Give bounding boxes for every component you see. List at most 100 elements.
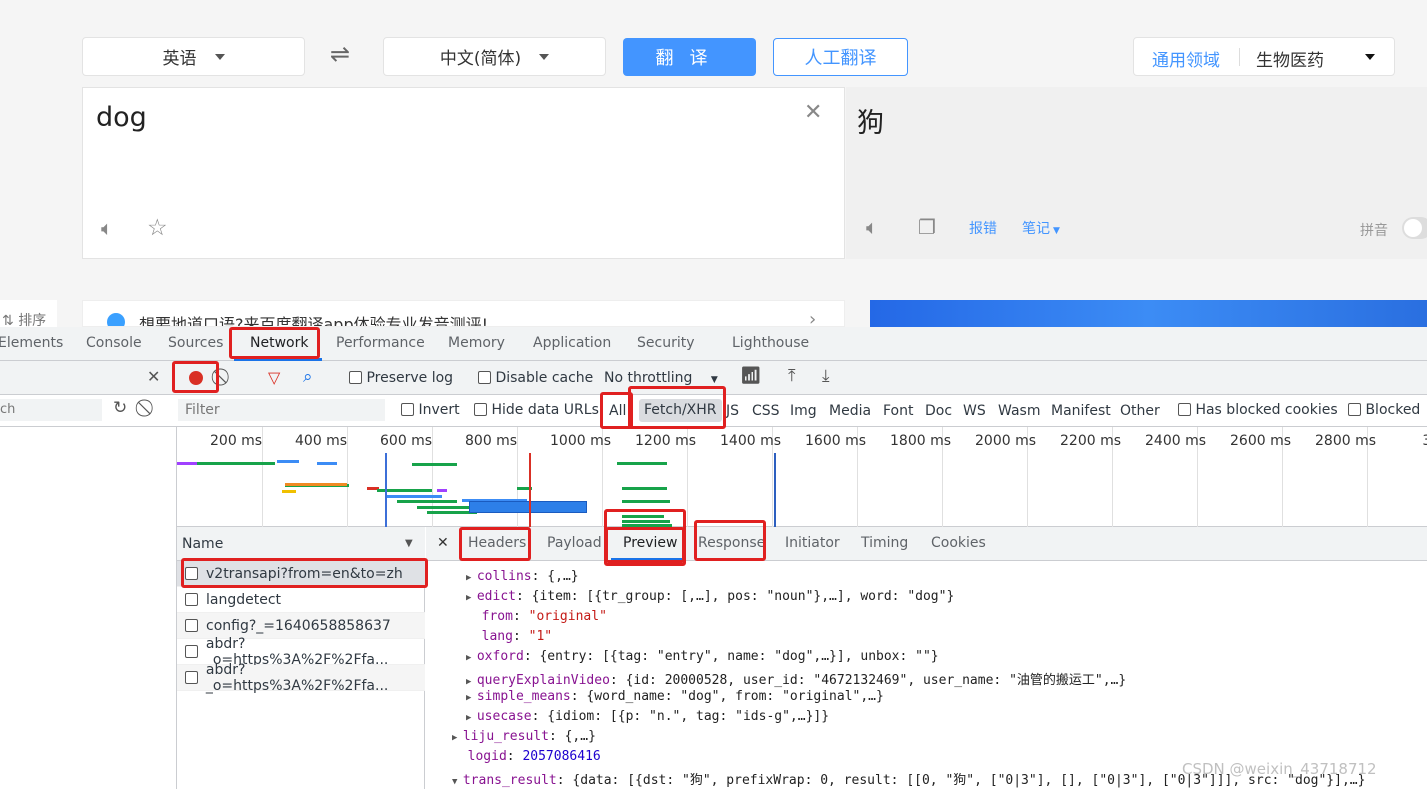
filter-wasm[interactable]: Wasm [998, 403, 1040, 419]
filter-manifest[interactable]: Manifest [1051, 403, 1111, 419]
export-har-icon[interactable]: ⤓ [822, 366, 830, 386]
expand-right-icon[interactable]: ▶ [466, 653, 477, 663]
tab-lighthouse[interactable]: Lighthouse [732, 335, 809, 351]
filter-doc[interactable]: Doc [925, 403, 952, 419]
json-value: {item: [{tr_group: [,…], pos: "noun"},…]… [531, 589, 955, 604]
star-icon[interactable]: ☆ [147, 215, 168, 241]
speaker-icon[interactable]: 🔈︎ [101, 216, 113, 240]
tab-application[interactable]: Application [533, 335, 611, 351]
timeline-tick-label: 2800 ms [1315, 433, 1377, 449]
close-icon[interactable]: ✕ [147, 367, 160, 386]
json-value: {,…} [564, 729, 596, 744]
timeline-request-bar [397, 500, 457, 503]
invert-checkbox[interactable]: Invert [401, 402, 460, 418]
tab-performance[interactable]: Performance [336, 335, 425, 351]
preview-line[interactable]: ▶ oxford: {entry: [{tag: "entry", name: … [466, 649, 939, 664]
expand-right-icon[interactable]: ▶ [466, 573, 477, 583]
filter-icon[interactable]: ▽ [268, 368, 280, 387]
preview-line[interactable]: lang: "1" [466, 629, 552, 644]
tab-security[interactable]: Security [637, 335, 695, 351]
tab-console[interactable]: Console [86, 335, 142, 351]
filter-js[interactable]: JS [726, 403, 739, 419]
preview-line[interactable]: ▶ liju_result: {,…} [452, 729, 596, 744]
sort-side-label: ⇅ 排序 [0, 300, 57, 329]
preview-line[interactable]: logid: 2057086416 [452, 749, 601, 764]
expand-down-icon[interactable]: ▼ [452, 777, 463, 787]
refresh-icon[interactable]: ↻ [113, 398, 127, 418]
network-conditions-icon[interactable]: 📶︎ [740, 366, 762, 386]
has-blocked-cookies-label: Has blocked cookies [1195, 402, 1338, 418]
notes-link-label: 笔记 [1022, 221, 1050, 237]
request-row[interactable]: langdetect [177, 587, 425, 613]
tab-payload[interactable]: Payload [547, 535, 602, 551]
source-text-input[interactable]: dog [96, 102, 147, 133]
timeline-request-bar [282, 490, 296, 493]
promo-banner[interactable]: 想要地道口语?来百度翻译app体验专业发音测评! › [82, 300, 845, 327]
ad-banner[interactable] [870, 300, 1427, 327]
request-type-icon [185, 619, 198, 632]
preview-line[interactable]: ▶ collins: {,…} [466, 569, 579, 584]
preview-line[interactable]: from: "original" [466, 609, 607, 624]
filter-css[interactable]: CSS [752, 403, 780, 419]
speaker-icon[interactable]: 🔈︎ [866, 215, 878, 239]
request-row[interactable]: abdr?_o=https%3A%2F%2Ffa... [177, 662, 425, 694]
chevron-down-icon: ▼ [710, 375, 718, 385]
filter-media[interactable]: Media [829, 403, 871, 419]
human-translate-button[interactable]: 人工翻译 [773, 38, 908, 76]
clear-icon[interactable]: ✕ [804, 100, 822, 125]
tab-memory[interactable]: Memory [448, 335, 505, 351]
preserve-log-checkbox[interactable]: Preserve log [349, 370, 453, 386]
json-preview[interactable]: ▶ collins: {,…} ▶ edict: {item: [{tr_grou… [426, 561, 1427, 789]
preview-line[interactable]: ▶ simple_means: {word_name: "dog", from:… [466, 689, 884, 704]
import-har-icon[interactable]: ⤒ [788, 366, 796, 386]
target-language-select[interactable]: 中文(简体) [383, 37, 606, 76]
filter-other[interactable]: Other [1120, 403, 1160, 419]
expand-right-icon[interactable]: ▶ [466, 713, 477, 723]
tab-sources[interactable]: Sources [168, 335, 223, 351]
pinyin-toggle[interactable] [1402, 217, 1427, 239]
source-language-select[interactable]: 英语 [82, 37, 305, 76]
network-timeline[interactable]: 200 ms 400 ms 600 ms 800 ms 1000 ms 1200 ms 14… [177, 427, 1427, 527]
invert-label: Invert [418, 402, 460, 418]
tab-cookies[interactable]: Cookies [931, 535, 986, 551]
filter-img[interactable]: Img [790, 403, 817, 419]
close-detail-icon[interactable]: ✕ [437, 535, 449, 551]
filter-ws[interactable]: WS [963, 403, 986, 419]
json-value: 2057086416 [522, 749, 601, 764]
throttling-select[interactable]: No throttling ▼ [604, 370, 718, 386]
swap-languages-icon[interactable]: ⇌ [330, 40, 358, 70]
preview-line[interactable]: ▶ queryExplainVideo: {id: 20000528, user… [466, 669, 1126, 688]
chevron-down-icon [539, 53, 550, 60]
domain-general-label: 通用领域 [1152, 51, 1220, 71]
filter-font[interactable]: Font [883, 403, 913, 419]
name-column-header[interactable]: Name ▼ [177, 527, 425, 561]
timeline-tick-label: 1200 ms [635, 433, 697, 449]
expand-right-icon[interactable]: ▶ [466, 593, 477, 603]
disable-cache-checkbox[interactable]: Disable cache [478, 370, 593, 386]
hide-data-urls-checkbox[interactable]: Hide data URLs [474, 402, 599, 418]
tab-initiator[interactable]: Initiator [785, 535, 840, 551]
tab-timing[interactable]: Timing [861, 535, 908, 551]
copy-icon[interactable]: ❐ [918, 215, 936, 239]
blocked-requests-checkbox[interactable]: Blocked [1348, 402, 1420, 418]
request-name: langdetect [206, 591, 282, 608]
chevron-down-icon: ▼ [1053, 226, 1060, 236]
search-field[interactable]: ch [0, 399, 102, 421]
translate-button[interactable]: 翻译 [623, 38, 756, 76]
expand-right-icon[interactable]: ▶ [466, 677, 477, 687]
domain-select[interactable]: 通用领域 生物医药 [1133, 37, 1395, 76]
tab-elements[interactable]: Elements [0, 335, 63, 351]
has-blocked-cookies-checkbox[interactable]: Has blocked cookies [1178, 402, 1338, 418]
preview-line[interactable]: ▶ usecase: {idiom: [{p: "n.", tag: "ids-… [466, 709, 829, 724]
filter-input[interactable]: Filter [178, 399, 385, 421]
expand-right-icon[interactable]: ▶ [452, 733, 463, 743]
expand-right-icon[interactable]: ▶ [466, 693, 477, 703]
highlight-fetch-xhr [628, 386, 726, 429]
preview-line[interactable]: ▶ edict: {item: [{tr_group: [,…], pos: "… [466, 589, 954, 604]
notes-link[interactable]: 笔记 ▼ [1022, 218, 1060, 238]
left-sidebar-blank [0, 427, 177, 789]
detail-tabbar: ✕ Headers Payload Preview Response Initi… [426, 527, 1427, 561]
report-error-link[interactable]: 报错 [969, 218, 997, 238]
search-icon[interactable]: ⌕ [303, 367, 313, 387]
